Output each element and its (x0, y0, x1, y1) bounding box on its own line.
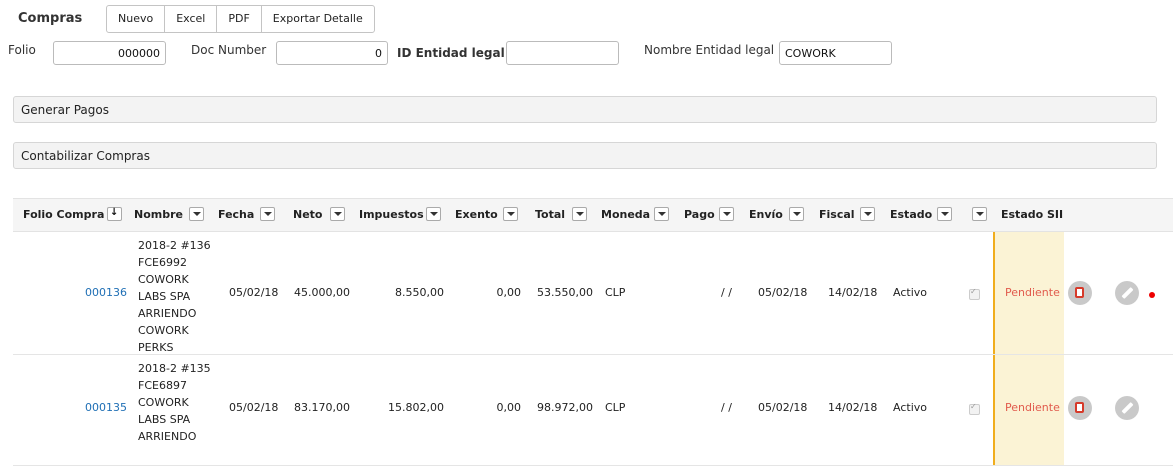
pago-cell: / / (721, 286, 732, 299)
nombre-entidad-input[interactable] (779, 41, 892, 65)
compras-table: Folio Compra Nombre Fecha Neto Impuestos… (13, 198, 1173, 466)
moneda-cell: CLP (605, 401, 626, 414)
edit-pencil-icon[interactable] (1115, 396, 1139, 420)
row-checkbox[interactable] (969, 287, 980, 300)
excel-button[interactable]: Excel (165, 6, 218, 32)
nombre-filter-dropdown-icon[interactable] (189, 207, 204, 221)
estado-sii-status: Pendiente (1005, 401, 1060, 414)
estado-sii-status: Pendiente (1005, 286, 1060, 299)
estado-cell: Activo (893, 401, 927, 414)
nuevo-button[interactable]: Nuevo (107, 6, 166, 32)
envio-cell: 05/02/18 (758, 401, 808, 414)
table-header: Folio Compra Nombre Fecha Neto Impuestos… (13, 198, 1173, 232)
col-exento-header[interactable]: Exento (455, 208, 498, 221)
contabilizar-compras-panel[interactable]: Contabilizar Compras (13, 142, 1157, 169)
sort-desc-icon[interactable] (107, 207, 122, 221)
impuestos-cell: 15.802,00 (388, 401, 444, 414)
col-impuestos-header[interactable]: Impuestos (359, 208, 424, 221)
edit-pencil-icon[interactable] (1115, 281, 1139, 305)
moneda-filter-dropdown-icon[interactable] (654, 207, 669, 221)
row-checkbox[interactable] (969, 402, 980, 415)
page-title: Compras (18, 11, 83, 26)
col-estado-sii-header[interactable]: Estado SII (1001, 208, 1063, 221)
folio-label: Folio (8, 43, 36, 57)
pdf-button[interactable]: PDF (217, 6, 262, 32)
estado-sii-cell: Pendiente (993, 355, 1064, 465)
pdf-icon[interactable] (1068, 396, 1092, 420)
extra-filter-dropdown-icon[interactable] (972, 207, 987, 221)
fecha-filter-dropdown-icon[interactable] (260, 207, 275, 221)
pago-cell: / / (721, 401, 732, 414)
folio-link[interactable]: 000135 (85, 401, 127, 414)
folio-input[interactable] (53, 41, 166, 65)
nombre-cell: 2018-2 #136 FCE6992 COWORK LABS SPA ARRI… (138, 239, 211, 354)
table-row: 000136 2018-2 #136 FCE6992 COWORK LABS S… (13, 232, 1173, 355)
table-row: 000135 2018-2 #135 FCE6897 COWORK LABS S… (13, 355, 1173, 466)
nombre-entidad-label: Nombre Entidad legal (644, 43, 775, 57)
id-entidad-label: ID Entidad legal (397, 46, 505, 60)
contabilizar-compras-label: Contabilizar Compras (21, 149, 150, 163)
doc-number-input[interactable] (276, 41, 388, 65)
col-fecha-header[interactable]: Fecha (218, 208, 254, 221)
generar-pagos-panel[interactable]: Generar Pagos (13, 96, 1157, 123)
fecha-cell: 05/02/18 (229, 286, 279, 299)
folio-link[interactable]: 000136 (85, 286, 127, 299)
doc-number-label: Doc Number (191, 43, 267, 57)
generar-pagos-label: Generar Pagos (21, 103, 109, 117)
estado-filter-dropdown-icon[interactable] (937, 207, 952, 221)
fiscal-cell: 14/02/18 (828, 286, 878, 299)
estado-cell: Activo (893, 286, 927, 299)
fecha-cell: 05/02/18 (229, 401, 279, 414)
col-moneda-header[interactable]: Moneda (601, 208, 650, 221)
col-folio-header[interactable]: Folio Compra (23, 208, 104, 221)
pdf-icon[interactable] (1068, 281, 1092, 305)
fiscal-cell: 14/02/18 (828, 401, 878, 414)
toolbar-button-group: Nuevo Excel PDF Exportar Detalle (106, 5, 375, 33)
impuestos-cell: 8.550,00 (395, 286, 444, 299)
col-envio-header[interactable]: Envío (749, 208, 783, 221)
total-filter-dropdown-icon[interactable] (572, 207, 587, 221)
total-cell: 98.972,00 (537, 401, 593, 414)
neto-cell: 45.000,00 (294, 286, 350, 299)
fiscal-filter-dropdown-icon[interactable] (860, 207, 875, 221)
neto-cell: 83.170,00 (294, 401, 350, 414)
total-cell: 53.550,00 (537, 286, 593, 299)
id-entidad-input[interactable] (506, 41, 619, 65)
status-dot-icon (1149, 292, 1155, 298)
nombre-cell: 2018-2 #135 FCE6897 COWORK LABS SPA ARRI… (138, 362, 211, 443)
exento-filter-dropdown-icon[interactable] (503, 207, 518, 221)
estado-sii-cell: Pendiente (993, 232, 1064, 354)
col-estado-header[interactable]: Estado (890, 208, 932, 221)
envio-filter-dropdown-icon[interactable] (789, 207, 804, 221)
exento-cell: 0,00 (496, 286, 522, 299)
exportar-detalle-button[interactable]: Exportar Detalle (262, 6, 374, 32)
impuestos-filter-dropdown-icon[interactable] (426, 207, 441, 221)
col-fiscal-header[interactable]: Fiscal (819, 208, 855, 221)
col-neto-header[interactable]: Neto (293, 208, 322, 221)
moneda-cell: CLP (605, 286, 626, 299)
exento-cell: 0,00 (496, 401, 522, 414)
col-pago-header[interactable]: Pago (684, 208, 715, 221)
col-total-header[interactable]: Total (535, 208, 565, 221)
neto-filter-dropdown-icon[interactable] (330, 207, 345, 221)
pago-filter-dropdown-icon[interactable] (719, 207, 734, 221)
envio-cell: 05/02/18 (758, 286, 808, 299)
col-nombre-header[interactable]: Nombre (134, 208, 183, 221)
